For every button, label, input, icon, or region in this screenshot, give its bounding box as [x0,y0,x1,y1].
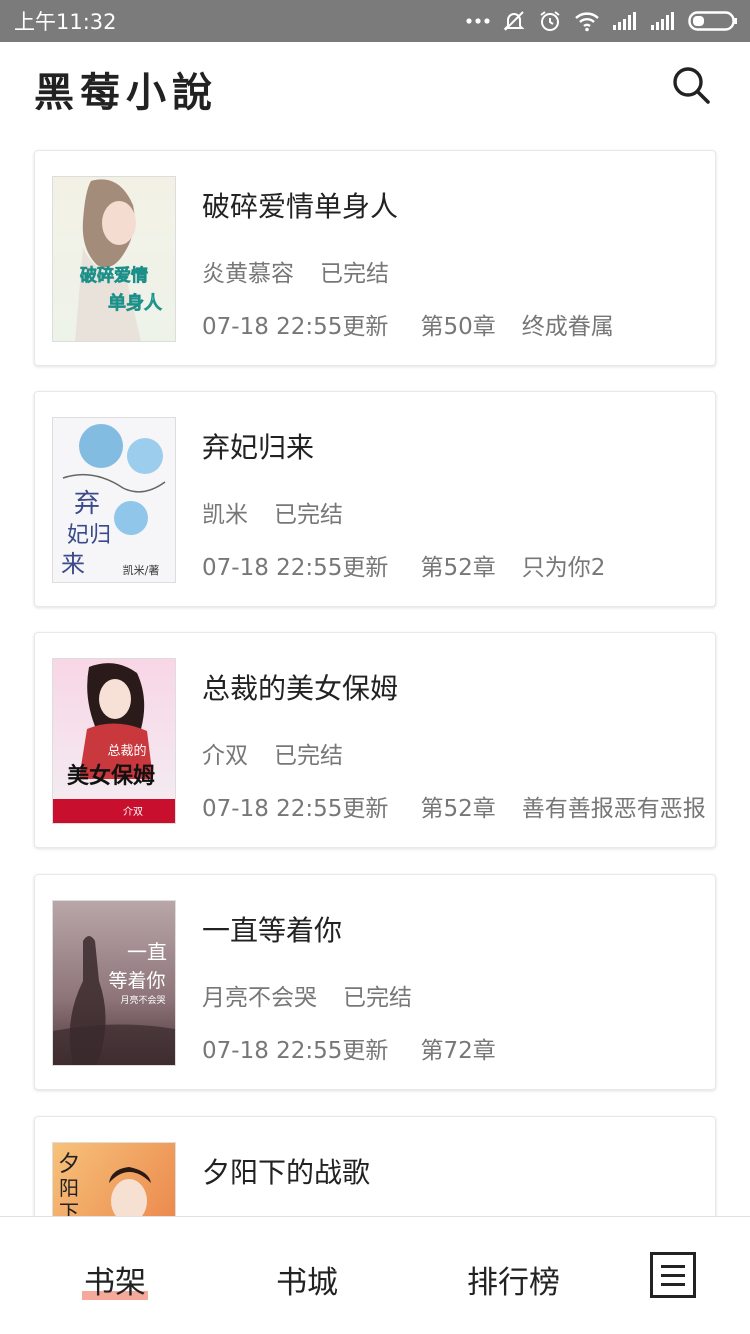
menu-icon-bar [661,1282,685,1286]
mute-bell-icon [503,11,525,31]
book-chapter-title: 终成眷属 [521,314,614,340]
more-dots-icon [466,18,490,24]
book-cover: 弃 妃归 来 凯米/著 [52,417,176,583]
book-meta: 月亮不会哭 已完结 [202,978,412,1012]
nav-bookstore[interactable]: 书城 [276,1257,338,1302]
book-updated-time: 07-18 22:55更新 [202,1038,389,1064]
wifi-icon [575,12,599,32]
book-title: 夕阳下的战歌 [202,1156,371,1189]
book-chapter: 第52章 [420,555,496,581]
book-status: 已完结 [320,261,389,287]
book-meta: 炎黄慕容 已完结 [202,254,389,288]
book-chapter-title: 善有善报恶有恶报 [521,796,706,822]
book-chapter: 第52章 [420,796,496,822]
book-list: 破碎爱情 单身人 破碎爱情单身人 炎黄慕容 已完结 07-18 22:55更新 第5… [0,128,750,1216]
book-update: 07-18 22:55更新 第52章 只为你2 [202,548,605,582]
book-card[interactable]: 一直 等着你 月亮不会哭 一直等着你 月亮不会哭 已完结 07-18 22:55更… [34,874,716,1090]
book-status: 已完结 [343,985,412,1011]
cover-title-text: 来 [61,550,85,578]
book-title: 一直等着你 [202,914,343,947]
cover-title-text: 夕 [58,1152,80,1177]
menu-icon-bar [661,1273,685,1277]
book-title: 弃妃归来 [202,431,315,464]
nav-bookshelf[interactable]: 书架 [82,1257,148,1302]
search-icon [673,67,710,104]
book-cover: 总裁的 美女保姆 介双 [52,658,176,824]
book-updated-time: 07-18 22:55更新 [202,555,389,581]
alarm-icon [540,11,560,31]
cover-author-text: 介双 [123,806,143,818]
book-chapter: 第50章 [420,314,496,340]
book-meta: 介双 已完结 [202,736,343,770]
cover-title-text: 总裁的 [107,743,146,759]
search-button[interactable] [668,62,714,108]
battery-icon [688,11,737,31]
bottom-nav: 书架 书城 排行榜 [0,1216,750,1334]
book-title: 总裁的美女保姆 [202,672,399,705]
book-card[interactable]: 夕 阳 下 夕阳下的战歌 [34,1116,716,1216]
nav-ranking-label: 排行榜 [467,1265,560,1301]
book-card[interactable]: 弃 妃归 来 凯米/著 弃妃归来 凯米 已完结 07-18 22:55更新 第52章… [34,391,716,607]
signal-icon-2 [651,12,674,30]
app-title: 黑莓小說 [34,69,218,116]
book-card[interactable]: 破碎爱情 单身人 破碎爱情单身人 炎黄慕容 已完结 07-18 22:55更新 第5… [34,150,716,366]
book-updated-time: 07-18 22:55更新 [202,796,389,822]
cover-author-text: 月亮不会哭 [120,994,165,1006]
status-bar: 上午11:32 [0,0,750,42]
book-author: 炎黄慕容 [202,261,294,287]
book-chapter: 第72章 [420,1038,496,1064]
book-cover: 夕 阳 下 [52,1142,176,1216]
cover-title-text: 单身人 [108,292,163,314]
book-card[interactable]: 总裁的 美女保姆 介双 总裁的美女保姆 介双 已完结 07-18 22:55更新第… [34,632,716,848]
book-meta: 凯米 已完结 [202,495,343,529]
book-chapter-title: 只为你2 [521,555,606,581]
nav-bookshelf-label: 书架 [84,1265,146,1301]
cover-title-text: 美女保姆 [67,763,155,789]
book-author: 凯米 [202,502,248,528]
status-icons [466,9,738,33]
book-cover: 破碎爱情 单身人 [52,176,176,342]
menu-button[interactable] [650,1252,696,1298]
book-author: 介双 [202,743,248,769]
book-updated-time: 07-18 22:55更新 [202,314,389,340]
cover-title-text: 等着你 [108,970,165,992]
book-cover: 一直 等着你 月亮不会哭 [52,900,176,1066]
cover-title-text: 一直 [127,940,167,964]
cover-title-text: 阳 [59,1176,79,1200]
book-update: 07-18 22:55更新 第72章 [202,1031,522,1065]
cover-title-text: 妃归 [67,523,111,548]
status-time: 上午11:32 [14,10,117,34]
signal-icon [613,12,636,30]
book-status: 已完结 [274,502,343,528]
nav-ranking[interactable]: 排行榜 [467,1257,560,1302]
book-title: 破碎爱情单身人 [202,190,399,223]
cover-author-text: 凯米/著 [123,563,160,577]
menu-icon-bar [661,1264,685,1268]
book-status: 已完结 [274,743,343,769]
nav-bookstore-label: 书城 [276,1265,338,1301]
cover-title-text: 下 [59,1200,79,1216]
book-update: 07-18 22:55更新 第50章 终成眷属 [202,307,614,341]
book-update: 07-18 22:55更新 第52章 善有善报恶有恶报 [202,789,706,823]
cover-title-text: 弃 [74,489,100,519]
app-header: 黑莓小說 [0,42,750,128]
book-author: 月亮不会哭 [202,985,317,1011]
cover-title-text: 破碎爱情 [80,265,148,286]
